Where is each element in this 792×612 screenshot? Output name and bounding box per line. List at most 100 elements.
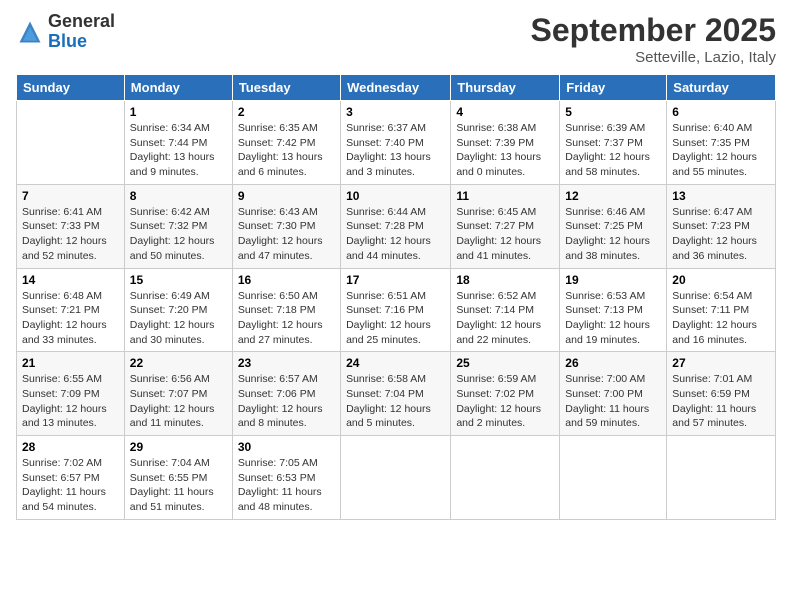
week-row-5: 28 Sunrise: 7:02 AMSunset: 6:57 PMDayligh… [17, 436, 776, 520]
day-info: Sunrise: 6:51 AMSunset: 7:16 PMDaylight:… [346, 289, 445, 348]
title-block: September 2025 Setteville, Lazio, Italy [531, 12, 776, 66]
week-row-2: 7 Sunrise: 6:41 AMSunset: 7:33 PMDaylight… [17, 184, 776, 268]
day-cell: 28 Sunrise: 7:02 AMSunset: 6:57 PMDayligh… [17, 436, 125, 520]
day-number: 7 [22, 189, 119, 203]
day-cell: 2 Sunrise: 6:35 AMSunset: 7:42 PMDaylight… [232, 101, 340, 185]
day-number: 22 [130, 356, 227, 370]
main-container: General Blue September 2025 Setteville, … [0, 0, 792, 528]
day-cell [17, 101, 125, 185]
day-info: Sunrise: 7:04 AMSunset: 6:55 PMDaylight:… [130, 456, 227, 515]
day-cell: 12Sunrise: 6:46 AMSunset: 7:25 PMDayligh… [560, 184, 667, 268]
day-cell: 11Sunrise: 6:45 AMSunset: 7:27 PMDayligh… [451, 184, 560, 268]
logo-blue-text: Blue [48, 31, 87, 51]
header: General Blue September 2025 Setteville, … [16, 12, 776, 66]
day-cell: 23 Sunrise: 6:57 AMSunset: 7:06 PMDayligh… [232, 352, 340, 436]
day-info: Sunrise: 7:02 AMSunset: 6:57 PMDaylight:… [22, 456, 119, 515]
day-info: Sunrise: 6:57 AMSunset: 7:06 PMDaylight:… [238, 372, 335, 431]
day-number: 18 [456, 273, 554, 287]
day-info: Sunrise: 6:42 AMSunset: 7:32 PMDaylight:… [130, 205, 227, 264]
day-info: Sunrise: 6:47 AMSunset: 7:23 PMDaylight:… [672, 205, 770, 264]
day-info: Sunrise: 7:00 AMSunset: 7:00 PMDaylight:… [565, 372, 661, 431]
day-cell: 13Sunrise: 6:47 AMSunset: 7:23 PMDayligh… [667, 184, 776, 268]
logo: General Blue [16, 12, 115, 52]
day-info: Sunrise: 6:48 AMSunset: 7:21 PMDaylight:… [22, 289, 119, 348]
day-info: Sunrise: 6:35 AMSunset: 7:42 PMDaylight:… [238, 121, 335, 180]
day-cell: 29 Sunrise: 7:04 AMSunset: 6:55 PMDayligh… [124, 436, 232, 520]
day-cell: 6Sunrise: 6:40 AMSunset: 7:35 PMDaylight… [667, 101, 776, 185]
day-cell [451, 436, 560, 520]
day-cell: 19 Sunrise: 6:53 AMSunset: 7:13 PMDayligh… [560, 268, 667, 352]
day-cell: 25 Sunrise: 6:59 AMSunset: 7:02 PMDayligh… [451, 352, 560, 436]
logo-general-text: General [48, 11, 115, 31]
day-cell: 16Sunrise: 6:50 AMSunset: 7:18 PMDayligh… [232, 268, 340, 352]
day-info: Sunrise: 6:38 AMSunset: 7:39 PMDaylight:… [456, 121, 554, 180]
week-row-4: 21 Sunrise: 6:55 AMSunset: 7:09 PMDayligh… [17, 352, 776, 436]
day-cell: 3 Sunrise: 6:37 AMSunset: 7:40 PMDaylight… [341, 101, 451, 185]
col-header-tuesday: Tuesday [232, 75, 340, 101]
day-cell: 30 Sunrise: 7:05 AMSunset: 6:53 PMDayligh… [232, 436, 340, 520]
day-cell: 9 Sunrise: 6:43 AMSunset: 7:30 PMDaylight… [232, 184, 340, 268]
day-info: Sunrise: 6:34 AMSunset: 7:44 PMDaylight:… [130, 121, 227, 180]
col-header-thursday: Thursday [451, 75, 560, 101]
day-info: Sunrise: 6:52 AMSunset: 7:14 PMDaylight:… [456, 289, 554, 348]
day-cell: 24 Sunrise: 6:58 AMSunset: 7:04 PMDayligh… [341, 352, 451, 436]
day-cell [341, 436, 451, 520]
day-number: 11 [456, 189, 554, 203]
day-info: Sunrise: 6:44 AMSunset: 7:28 PMDaylight:… [346, 205, 445, 264]
col-header-wednesday: Wednesday [341, 75, 451, 101]
week-row-1: 1Sunrise: 6:34 AMSunset: 7:44 PMDaylight… [17, 101, 776, 185]
day-number: 3 [346, 105, 445, 119]
day-number: 21 [22, 356, 119, 370]
day-cell: 15Sunrise: 6:49 AMSunset: 7:20 PMDayligh… [124, 268, 232, 352]
logo-icon [16, 18, 44, 46]
day-number: 5 [565, 105, 661, 119]
day-number: 24 [346, 356, 445, 370]
col-header-sunday: Sunday [17, 75, 125, 101]
day-cell: 20Sunrise: 6:54 AMSunset: 7:11 PMDayligh… [667, 268, 776, 352]
day-info: Sunrise: 6:41 AMSunset: 7:33 PMDaylight:… [22, 205, 119, 264]
day-info: Sunrise: 6:55 AMSunset: 7:09 PMDaylight:… [22, 372, 119, 431]
day-number: 15 [130, 273, 227, 287]
day-number: 30 [238, 440, 335, 454]
day-info: Sunrise: 6:46 AMSunset: 7:25 PMDaylight:… [565, 205, 661, 264]
day-cell: 8 Sunrise: 6:42 AMSunset: 7:32 PMDaylight… [124, 184, 232, 268]
day-cell: 27 Sunrise: 7:01 AMSunset: 6:59 PMDayligh… [667, 352, 776, 436]
day-cell: 21 Sunrise: 6:55 AMSunset: 7:09 PMDayligh… [17, 352, 125, 436]
day-number: 14 [22, 273, 119, 287]
day-number: 6 [672, 105, 770, 119]
day-number: 26 [565, 356, 661, 370]
day-number: 8 [130, 189, 227, 203]
month-title: September 2025 [531, 12, 776, 49]
day-cell: 7 Sunrise: 6:41 AMSunset: 7:33 PMDaylight… [17, 184, 125, 268]
day-number: 28 [22, 440, 119, 454]
day-cell: 14 Sunrise: 6:48 AMSunset: 7:21 PMDayligh… [17, 268, 125, 352]
calendar-table: SundayMondayTuesdayWednesdayThursdayFrid… [16, 74, 776, 520]
day-info: Sunrise: 6:43 AMSunset: 7:30 PMDaylight:… [238, 205, 335, 264]
day-number: 27 [672, 356, 770, 370]
day-info: Sunrise: 6:39 AMSunset: 7:37 PMDaylight:… [565, 121, 661, 180]
col-header-friday: Friday [560, 75, 667, 101]
day-info: Sunrise: 6:56 AMSunset: 7:07 PMDaylight:… [130, 372, 227, 431]
day-number: 25 [456, 356, 554, 370]
day-cell [560, 436, 667, 520]
day-number: 19 [565, 273, 661, 287]
day-info: Sunrise: 7:01 AMSunset: 6:59 PMDaylight:… [672, 372, 770, 431]
day-number: 2 [238, 105, 335, 119]
location-subtitle: Setteville, Lazio, Italy [531, 49, 776, 66]
day-info: Sunrise: 6:37 AMSunset: 7:40 PMDaylight:… [346, 121, 445, 180]
header-row: SundayMondayTuesdayWednesdayThursdayFrid… [17, 75, 776, 101]
day-info: Sunrise: 6:58 AMSunset: 7:04 PMDaylight:… [346, 372, 445, 431]
day-cell: 17 Sunrise: 6:51 AMSunset: 7:16 PMDayligh… [341, 268, 451, 352]
day-info: Sunrise: 7:05 AMSunset: 6:53 PMDaylight:… [238, 456, 335, 515]
day-info: Sunrise: 6:54 AMSunset: 7:11 PMDaylight:… [672, 289, 770, 348]
day-cell: 22 Sunrise: 6:56 AMSunset: 7:07 PMDayligh… [124, 352, 232, 436]
day-number: 23 [238, 356, 335, 370]
day-number: 9 [238, 189, 335, 203]
day-cell: 1Sunrise: 6:34 AMSunset: 7:44 PMDaylight… [124, 101, 232, 185]
day-info: Sunrise: 6:59 AMSunset: 7:02 PMDaylight:… [456, 372, 554, 431]
day-cell: 26 Sunrise: 7:00 AMSunset: 7:00 PMDayligh… [560, 352, 667, 436]
day-number: 29 [130, 440, 227, 454]
day-number: 17 [346, 273, 445, 287]
day-info: Sunrise: 6:53 AMSunset: 7:13 PMDaylight:… [565, 289, 661, 348]
col-header-monday: Monday [124, 75, 232, 101]
